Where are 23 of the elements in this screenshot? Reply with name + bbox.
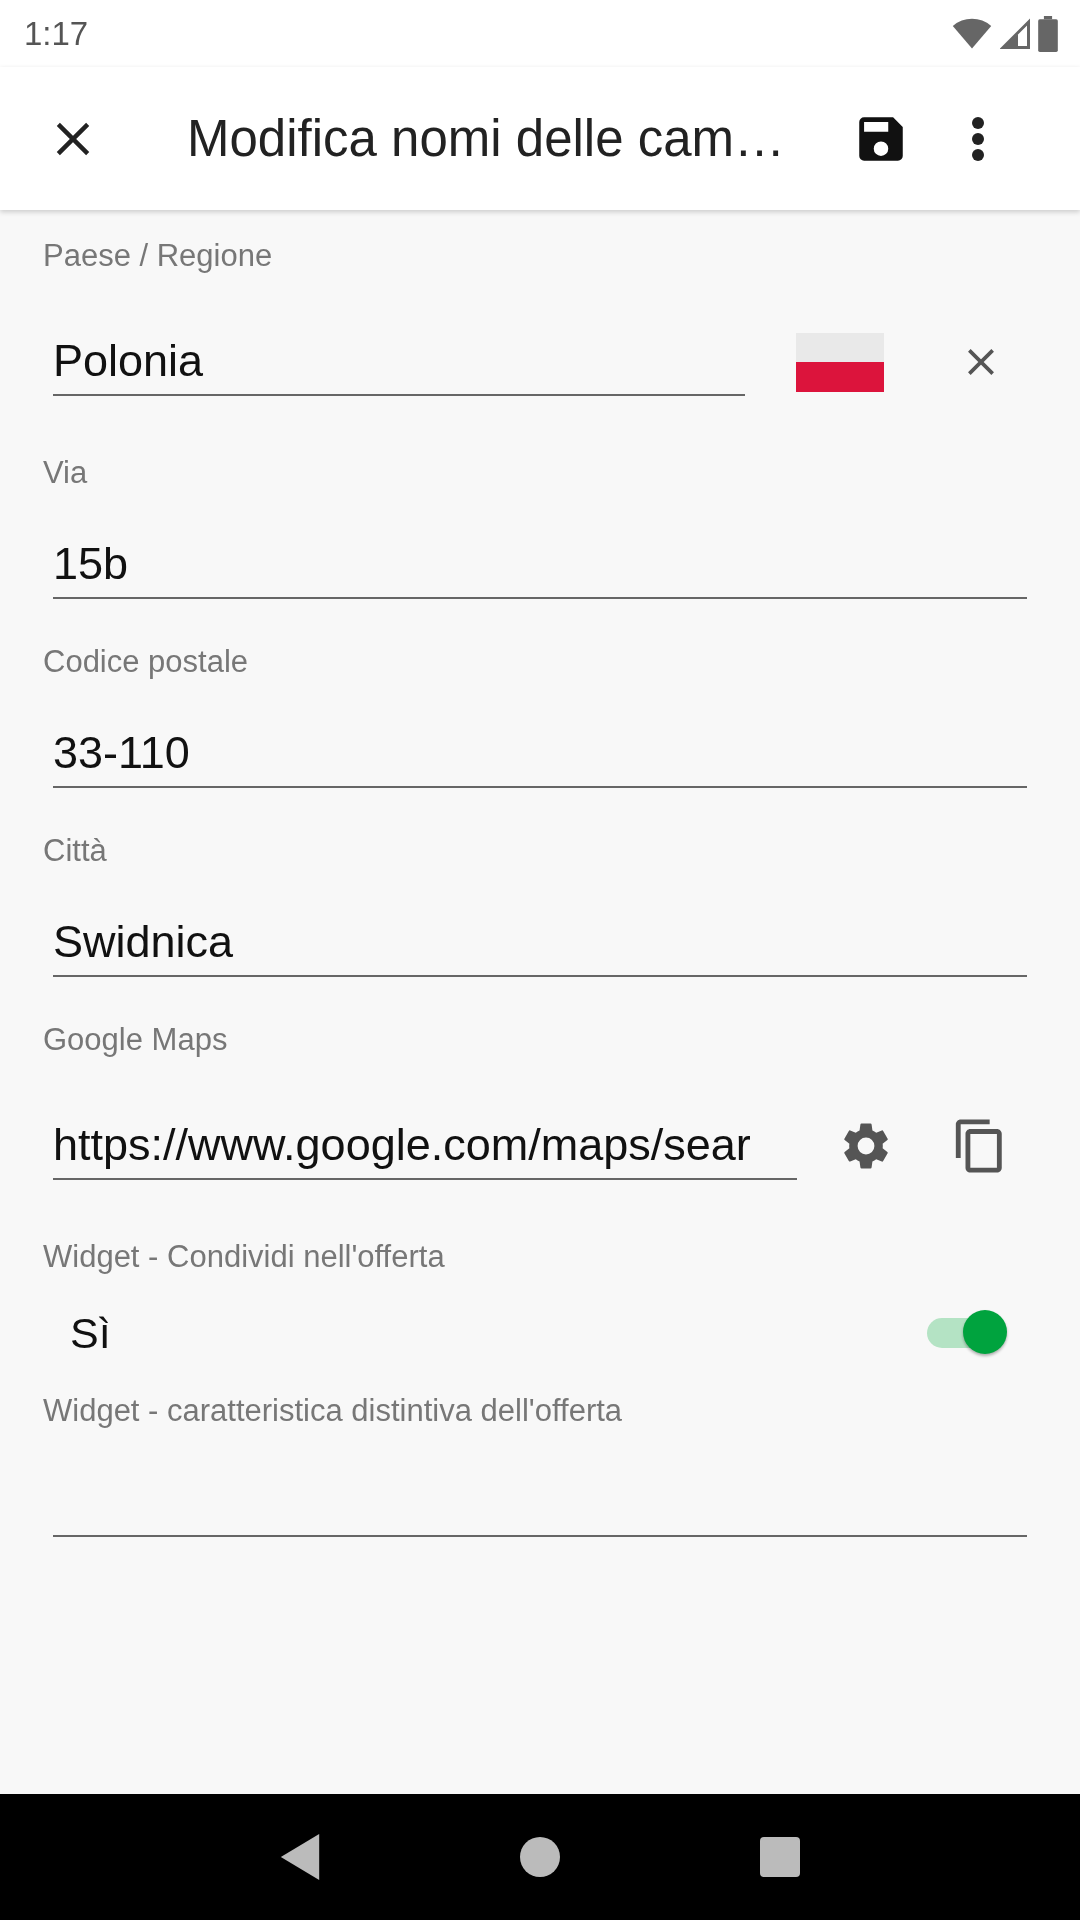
text-field[interactable]: Swidnica	[53, 909, 1027, 977]
field-label: Città	[43, 832, 108, 870]
field-label: Paese / Regione	[43, 237, 274, 275]
more-icon	[970, 114, 986, 163]
field-label: Widget - Condividi nell'offerta	[43, 1238, 446, 1276]
country-field[interactable]: Polonia	[53, 335, 204, 387]
text-field[interactable]: 33-110	[53, 720, 1027, 788]
app-bar-title: Modifica nomi delle cam…	[187, 109, 787, 168]
field-label: Via	[43, 454, 89, 492]
toggle-value: Sì	[70, 1308, 111, 1358]
field-label: Widget - caratteristica distintiva dell'offerta	[43, 1392, 624, 1430]
url-field[interactable]: https://www.google.com/maps/sear	[53, 1119, 751, 1171]
flag-icon	[796, 332, 884, 392]
recents-icon	[760, 1837, 800, 1877]
battery-icon	[1038, 15, 1058, 52]
signal-icon	[1000, 17, 1030, 50]
field-label: Google Maps	[43, 1021, 229, 1059]
status-time: 1:17	[24, 14, 89, 53]
text-field[interactable]: 15b	[53, 531, 1027, 599]
back-icon	[280, 1834, 320, 1880]
home-icon	[520, 1837, 560, 1877]
field-label: Codice postale	[43, 643, 250, 681]
wifi-icon	[952, 17, 992, 50]
